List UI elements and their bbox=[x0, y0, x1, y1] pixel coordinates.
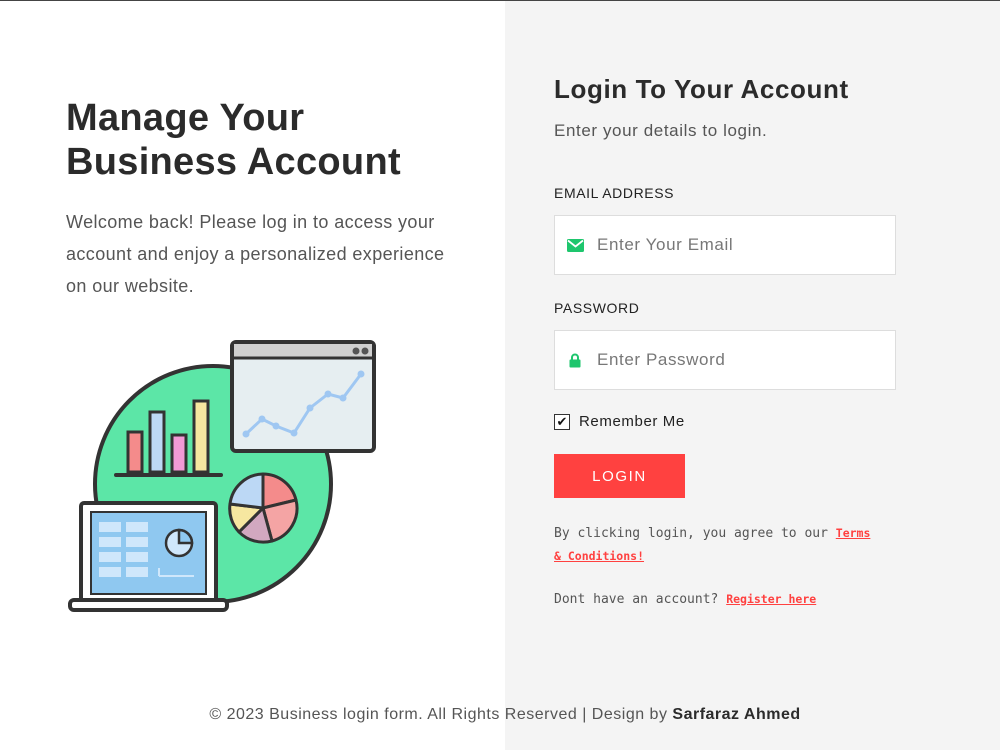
register-notice: Dont have an account? Register here bbox=[554, 592, 816, 607]
password-label: PASSWORD bbox=[554, 300, 640, 316]
email-input[interactable] bbox=[595, 234, 879, 256]
password-input[interactable] bbox=[595, 349, 879, 371]
hero-title-line1: Manage Your bbox=[66, 97, 305, 139]
terms-notice: By clicking login, you agree to our Term… bbox=[554, 522, 884, 568]
envelope-icon bbox=[555, 238, 595, 252]
password-field-wrapper[interactable] bbox=[554, 330, 896, 390]
remember-me-checkbox[interactable]: ✔ bbox=[554, 413, 570, 430]
hero-title-line2: Business Account bbox=[66, 141, 401, 183]
footer: © 2023 Business login form. All Rights R… bbox=[0, 706, 1000, 724]
footer-text: © 2023 Business login form. All Rights R… bbox=[209, 706, 673, 723]
email-label: EMAIL ADDRESS bbox=[554, 185, 675, 201]
register-link[interactable]: Register here bbox=[726, 592, 816, 606]
lock-icon bbox=[555, 353, 595, 368]
business-dashboard-illustration bbox=[68, 340, 376, 612]
register-prefix: Dont have an account? bbox=[554, 592, 727, 607]
hero-description: Welcome back! Please log in to access yo… bbox=[66, 212, 445, 296]
login-subtitle: Enter your details to login. bbox=[554, 121, 768, 140]
checkmark-icon: ✔ bbox=[556, 414, 568, 429]
email-field-wrapper[interactable] bbox=[554, 215, 896, 275]
remember-me-row[interactable]: ✔ Remember Me bbox=[554, 413, 685, 430]
terms-prefix: By clicking login, you agree to our bbox=[554, 526, 836, 541]
login-title: Login To Your Account bbox=[554, 74, 849, 104]
remember-me-label[interactable]: Remember Me bbox=[579, 413, 685, 430]
login-button[interactable]: LOGIN bbox=[554, 454, 685, 498]
footer-author: Sarfaraz Ahmed bbox=[672, 706, 801, 723]
hero-title: Manage Your Business Account bbox=[66, 96, 466, 184]
